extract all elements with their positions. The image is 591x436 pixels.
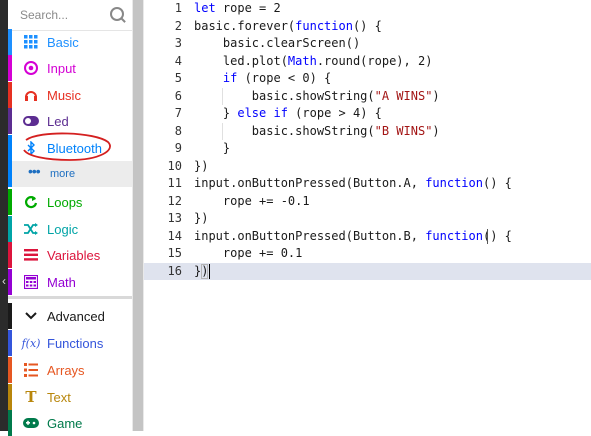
toolbox-scrollbar-thumb[interactable] bbox=[133, 0, 143, 431]
line-number: 3 bbox=[174, 36, 182, 50]
line-number: 15 bbox=[167, 246, 182, 260]
code-editor[interactable]: 1 let rope = 2 2 basic.forever(function(… bbox=[144, 0, 591, 431]
line-number: 13 bbox=[167, 211, 182, 225]
code-line[interactable]: 11 input.onButtonPressed(Button.A, funct… bbox=[144, 175, 591, 193]
code-line[interactable]: 7 } else if (rope > 4) { bbox=[144, 105, 591, 123]
code-text[interactable]: basic.showString("A WINS") bbox=[194, 88, 440, 106]
line-number: 9 bbox=[174, 141, 182, 155]
code-text[interactable]: input.onButtonPressed(Button.B, function… bbox=[194, 228, 512, 246]
line-number: 11 bbox=[167, 176, 182, 190]
code-text[interactable]: rope += -0.1 bbox=[194, 193, 310, 211]
code-line[interactable]: 13 }) bbox=[144, 210, 591, 228]
line-number: 7 bbox=[174, 106, 182, 120]
code-text[interactable]: }) bbox=[194, 210, 208, 228]
line-number: 4 bbox=[174, 53, 182, 68]
code-line-current[interactable]: 16 }) bbox=[144, 262, 591, 280]
line-number: 6 bbox=[174, 88, 182, 103]
code-text[interactable]: rope += 0.1 bbox=[194, 245, 302, 263]
code-line[interactable]: 2 basic.forever(function() { bbox=[144, 18, 591, 36]
line-number: 5 bbox=[174, 71, 182, 85]
bracket-match-highlight bbox=[201, 263, 208, 279]
indent-guide bbox=[222, 122, 223, 140]
text-caret bbox=[209, 264, 210, 279]
code-line[interactable]: 1 let rope = 2 bbox=[144, 0, 591, 18]
line-number: 14 bbox=[167, 228, 182, 243]
code-text[interactable]: } else if (rope > 4) { bbox=[194, 105, 382, 123]
code-text[interactable]: let rope = 2 bbox=[194, 0, 281, 18]
code-text[interactable]: basic.showString("B WINS") bbox=[194, 123, 440, 141]
code-text[interactable]: input.onButtonPressed(Button.A, function… bbox=[194, 175, 512, 193]
code-line[interactable]: 6 basic.showString("A WINS") bbox=[144, 88, 591, 106]
code-text[interactable]: }) bbox=[194, 158, 208, 176]
code-line[interactable]: 3 basic.clearScreen() bbox=[144, 35, 591, 53]
line-number: 2 bbox=[174, 18, 182, 33]
line-number: 12 bbox=[167, 193, 182, 208]
code-line[interactable]: 15 rope += 0.1 bbox=[144, 245, 591, 263]
code-line[interactable]: 4 led.plot(Math.round(rope), 2) bbox=[144, 53, 591, 71]
code-line[interactable]: 14 input.onButtonPressed(Button.B, funct… bbox=[144, 228, 591, 246]
line-number: 16 bbox=[167, 263, 182, 278]
line-number: 1 bbox=[174, 1, 182, 15]
code-line[interactable]: 10 }) bbox=[144, 158, 591, 176]
code-line[interactable]: 5 if (rope < 0) { bbox=[144, 70, 591, 88]
indent-guide bbox=[222, 87, 223, 105]
code-text[interactable]: led.plot(Math.round(rope), 2) bbox=[194, 53, 433, 71]
code-text[interactable]: basic.clearScreen() bbox=[194, 35, 360, 53]
mouse-ibeam bbox=[487, 229, 488, 244]
code-text[interactable]: basic.forever(function() { bbox=[194, 18, 382, 36]
line-number: 10 bbox=[167, 158, 182, 173]
code-text[interactable]: } bbox=[194, 140, 230, 158]
line-number: 8 bbox=[174, 123, 182, 138]
code-line[interactable]: 8 basic.showString("B WINS") bbox=[144, 123, 591, 141]
code-text[interactable]: if (rope < 0) { bbox=[194, 70, 331, 88]
code-line[interactable]: 12 rope += -0.1 bbox=[144, 193, 591, 211]
code-line[interactable]: 9 } bbox=[144, 140, 591, 158]
